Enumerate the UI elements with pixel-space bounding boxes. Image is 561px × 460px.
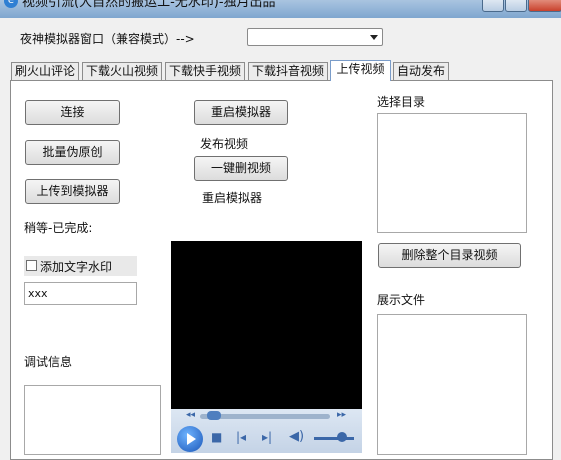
tab-download-douyin[interactable]: 下载抖音视频 bbox=[248, 62, 328, 80]
status-text: 稍等-已完成: bbox=[24, 221, 93, 235]
tab-upload-video[interactable]: 上传视频 bbox=[330, 60, 391, 81]
connect-button[interactable]: 连接 bbox=[25, 100, 120, 125]
tab-auto-publish[interactable]: 自动发布 bbox=[393, 62, 449, 80]
fast-forward-icon[interactable]: ▸▸ bbox=[337, 410, 346, 420]
directory-list[interactable] bbox=[377, 113, 527, 233]
debug-info-label: 调试信息 bbox=[24, 355, 73, 369]
minimize-button[interactable] bbox=[482, 0, 504, 12]
batch-original-button[interactable]: 批量伪原创 bbox=[25, 140, 120, 165]
volume-knob[interactable] bbox=[337, 432, 347, 442]
previous-icon[interactable]: |◂ bbox=[236, 430, 246, 444]
one-click-delete-button[interactable]: 一键删视频 bbox=[194, 156, 288, 181]
show-files-label: 展示文件 bbox=[377, 293, 426, 307]
watermark-text-input[interactable]: xxx bbox=[24, 282, 137, 305]
debug-info-textarea[interactable] bbox=[24, 385, 161, 455]
publish-video-label: 发布视频 bbox=[200, 137, 249, 151]
restart-emulator-button[interactable]: 重启模拟器 bbox=[194, 100, 288, 125]
emulator-label: 夜神模拟器窗口（兼容模式）--> bbox=[20, 32, 195, 46]
watermark-text-value: xxx bbox=[28, 287, 48, 300]
play-button[interactable] bbox=[177, 426, 203, 452]
chevron-down-icon bbox=[370, 35, 378, 40]
restart-emulator-label: 重启模拟器 bbox=[202, 191, 263, 205]
tab-download-kuaishou[interactable]: 下载快手视频 bbox=[165, 62, 245, 80]
delete-dir-videos-button[interactable]: 删除整个目录视频 bbox=[378, 243, 521, 268]
app-icon: e bbox=[4, 0, 18, 8]
maximize-button[interactable] bbox=[505, 0, 527, 12]
tab-huoshan-comments[interactable]: 刷火山评论 bbox=[11, 62, 79, 80]
tab-download-huoshan[interactable]: 下载火山视频 bbox=[82, 62, 162, 80]
file-list[interactable] bbox=[377, 314, 527, 455]
select-dir-label: 选择目录 bbox=[377, 95, 426, 109]
watermark-checkbox-label: 添加文字水印 bbox=[40, 260, 113, 274]
seek-thumb[interactable] bbox=[206, 411, 221, 420]
title-bar: e 视频引流(大自然的搬运工-无水印)-独月出品 bbox=[0, 0, 561, 18]
close-button[interactable] bbox=[528, 0, 561, 12]
emulator-window-select[interactable] bbox=[247, 28, 383, 46]
stop-icon[interactable]: ■ bbox=[211, 430, 222, 444]
volume-slider[interactable] bbox=[314, 437, 354, 440]
volume-icon[interactable]: ◀) bbox=[289, 429, 304, 444]
window-title: 视频引流(大自然的搬运工-无水印)-独月出品 bbox=[22, 0, 276, 10]
watermark-checkbox-row[interactable]: 添加文字水印 bbox=[24, 256, 137, 276]
upload-to-emulator-button[interactable]: 上传到模拟器 bbox=[25, 179, 120, 204]
rewind-icon[interactable]: ◂◂ bbox=[186, 410, 195, 420]
next-icon[interactable]: ▸| bbox=[262, 430, 272, 444]
watermark-checkbox[interactable] bbox=[26, 260, 37, 271]
